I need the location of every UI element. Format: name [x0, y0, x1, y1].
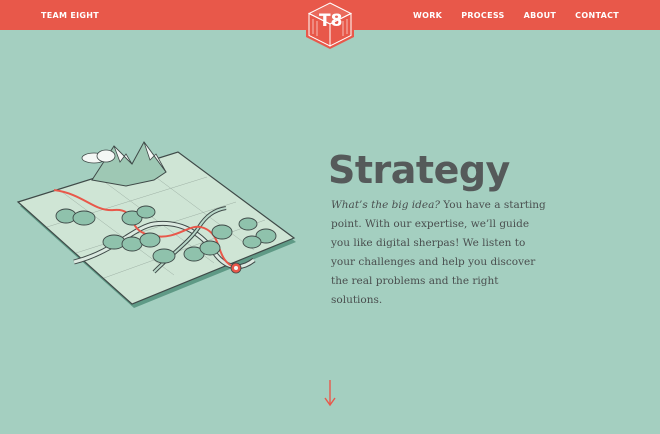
logo-text: T8: [319, 11, 342, 31]
nav-work-link[interactable]: WORK: [413, 11, 442, 20]
section-lead: What’s the big idea?: [331, 199, 440, 211]
section-body: You have a starting point. With our expe…: [331, 199, 546, 306]
main-nav: WORK PROCESS ABOUT CONTACT: [394, 11, 619, 20]
map-illustration: [16, 141, 296, 308]
section-title: Strategy: [328, 148, 510, 192]
t8-logo-icon[interactable]: T8: [304, 0, 356, 50]
nav-contact-link[interactable]: CONTACT: [575, 11, 619, 20]
section-description: What’s the big idea? You have a starting…: [331, 196, 546, 310]
brand-link[interactable]: TEAM EIGHT: [41, 11, 99, 20]
down-arrow-icon[interactable]: [322, 378, 338, 408]
nav-process-link[interactable]: PROCESS: [461, 11, 504, 20]
nav-about-link[interactable]: ABOUT: [524, 11, 557, 20]
